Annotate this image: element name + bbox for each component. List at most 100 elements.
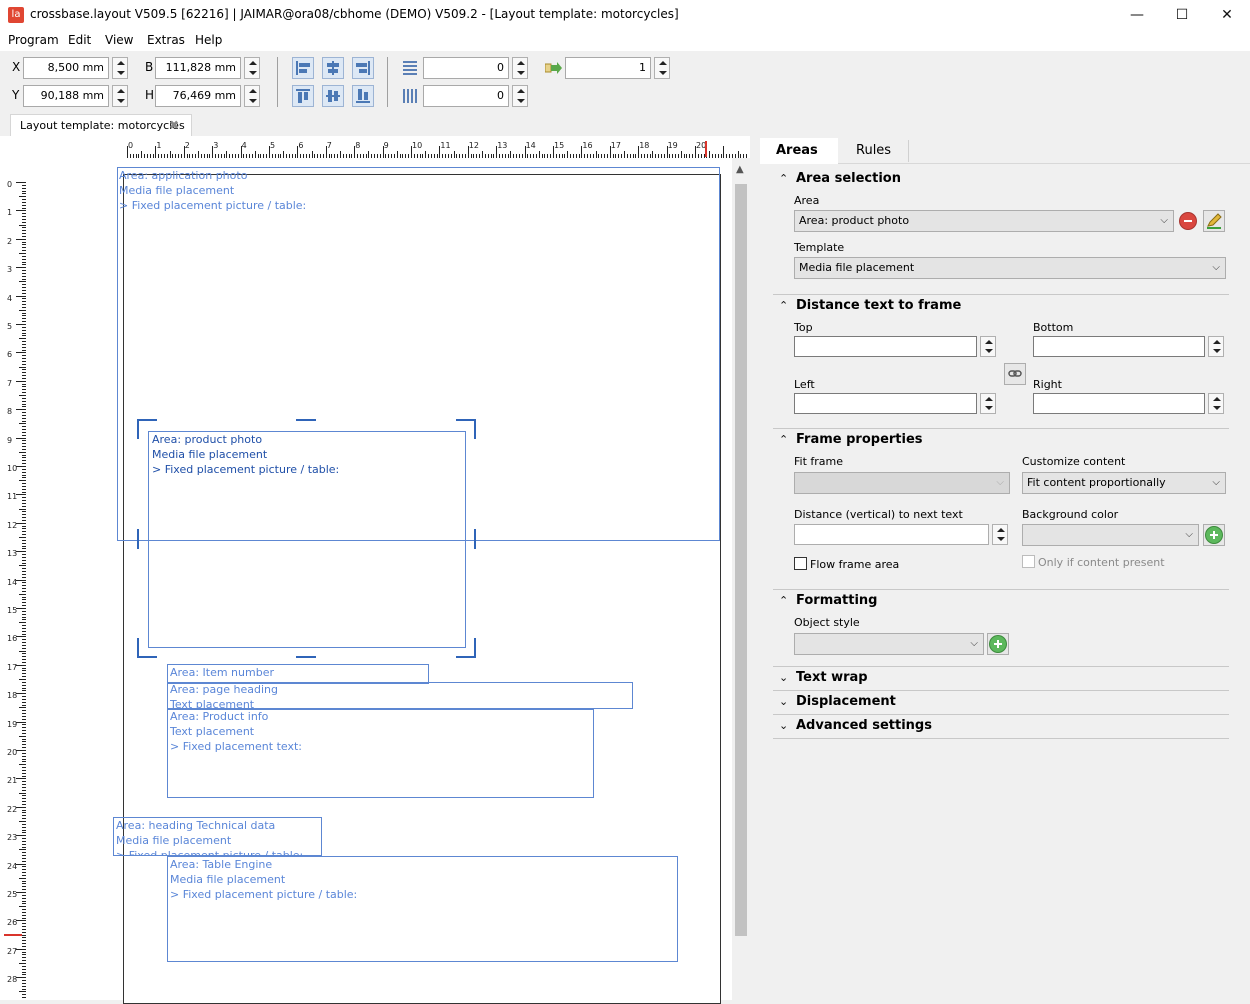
link-icon[interactable] xyxy=(1004,363,1026,385)
chevron-up-icon[interactable]: ⌃ xyxy=(779,299,788,312)
align-bottom-icon[interactable] xyxy=(352,85,374,107)
template-select[interactable]: Media file placement ⌵ xyxy=(794,257,1226,279)
object-style-select[interactable]: ⌵ xyxy=(794,633,984,655)
align-center-vertical-icon[interactable] xyxy=(322,85,344,107)
ruler-tick xyxy=(22,855,26,857)
ruler-tick xyxy=(342,154,344,158)
ruler-tick xyxy=(22,207,26,209)
align-center-horizontal-icon[interactable] xyxy=(322,57,344,79)
align-top-icon[interactable] xyxy=(292,85,314,107)
h-input[interactable]: 76,469 mm xyxy=(155,85,241,107)
chevron-down-icon[interactable]: ⌄ xyxy=(779,671,788,684)
ruler-tick xyxy=(22,832,26,834)
maximize-button[interactable]: ☐ xyxy=(1159,0,1205,31)
menu-edit[interactable]: Edit xyxy=(68,33,91,47)
menu-program[interactable]: Program xyxy=(8,33,59,47)
ruler-tick xyxy=(359,154,361,158)
menu-view[interactable]: View xyxy=(105,33,133,47)
chevron-down-icon[interactable]: ⌄ xyxy=(779,695,788,708)
add-style-icon[interactable] xyxy=(987,633,1009,655)
ruler-tick xyxy=(476,154,478,158)
ruler-tick xyxy=(672,154,674,158)
bottom-input[interactable] xyxy=(1033,336,1205,357)
b-input[interactable]: 111,828 mm xyxy=(155,57,241,79)
selection-handle[interactable] xyxy=(296,419,316,421)
columns-input[interactable]: 0 xyxy=(423,85,509,107)
remove-area-icon[interactable] xyxy=(1179,212,1197,230)
ruler-tick xyxy=(22,377,26,379)
background-color-select[interactable]: ⌵ xyxy=(1022,524,1199,546)
menu-extras[interactable]: Extras xyxy=(147,33,185,47)
ruler-tick xyxy=(311,151,313,158)
scrollbar-thumb[interactable] xyxy=(735,184,747,936)
minimize-button[interactable]: — xyxy=(1114,0,1160,31)
right-spinner[interactable] xyxy=(1208,393,1224,414)
selection-handle[interactable] xyxy=(137,529,139,549)
fit-frame-select[interactable]: ⌵ xyxy=(794,472,1010,494)
add-color-icon[interactable] xyxy=(1203,524,1225,546)
ruler-tick xyxy=(16,948,26,950)
section-advanced-settings[interactable]: Advanced settings xyxy=(796,718,932,733)
customize-content-select[interactable]: Fit content proportionally ⌵ xyxy=(1022,472,1226,494)
left-spinner[interactable] xyxy=(980,393,996,414)
right-input[interactable] xyxy=(1033,393,1205,414)
section-text-wrap[interactable]: Text wrap xyxy=(796,670,868,685)
scroll-up-icon[interactable]: ▲ xyxy=(736,164,744,175)
columns-spinner[interactable] xyxy=(512,85,528,107)
ruler-tick xyxy=(16,352,26,354)
section-frame-properties[interactable]: Frame properties xyxy=(796,432,923,447)
chevron-down-icon[interactable]: ⌄ xyxy=(779,719,788,732)
align-right-icon[interactable] xyxy=(352,57,374,79)
distance-vertical-spinner[interactable] xyxy=(992,524,1008,545)
b-spinner[interactable] xyxy=(244,57,260,79)
close-tab-icon[interactable]: ✖ xyxy=(169,118,179,132)
section-area-selection[interactable]: Area selection xyxy=(796,171,901,186)
document-tab[interactable]: Layout template: motorcycles ✖ xyxy=(10,114,192,136)
selection-handle[interactable] xyxy=(296,656,316,658)
selection-handle[interactable] xyxy=(456,638,476,658)
ruler-tick xyxy=(22,647,26,649)
selection-handle[interactable] xyxy=(474,529,476,549)
area-page-heading-type: Text placement xyxy=(170,698,255,708)
ruler-tick xyxy=(527,154,529,158)
ruler-number: 0 xyxy=(128,141,134,150)
section-formatting[interactable]: Formatting xyxy=(796,593,877,608)
rows-input[interactable]: 0 xyxy=(423,57,509,79)
ruler-tick xyxy=(22,341,26,343)
rows-spinner[interactable] xyxy=(512,57,528,79)
distance-vertical-input[interactable] xyxy=(794,524,989,545)
align-left-icon[interactable] xyxy=(292,57,314,79)
top-spinner[interactable] xyxy=(980,336,996,357)
left-input[interactable] xyxy=(794,393,977,414)
y-input[interactable]: 90,188 mm xyxy=(23,85,109,107)
menu-help[interactable]: Help xyxy=(195,33,222,47)
tab-areas-label[interactable]: Areas xyxy=(776,143,818,158)
selection-handle[interactable] xyxy=(137,638,157,658)
section-distance-text-to-frame[interactable]: Distance text to frame xyxy=(796,298,961,313)
selection-handle[interactable] xyxy=(137,419,157,439)
edit-area-icon[interactable] xyxy=(1203,210,1225,232)
bottom-spinner[interactable] xyxy=(1208,336,1224,357)
chevron-up-icon[interactable]: ⌃ xyxy=(779,172,788,185)
ruler-tick xyxy=(22,233,26,235)
x-spinner[interactable] xyxy=(112,57,128,79)
area-select[interactable]: Area: product photo ⌵ xyxy=(794,210,1174,232)
section-displacement[interactable]: Displacement xyxy=(796,694,896,709)
chevron-up-icon[interactable]: ⌃ xyxy=(779,433,788,446)
ruler-tick xyxy=(22,571,26,573)
x-input[interactable]: 8,500 mm xyxy=(23,57,109,79)
chevron-up-icon[interactable]: ⌃ xyxy=(779,594,788,607)
selection-handle[interactable] xyxy=(456,419,476,439)
y-spinner[interactable] xyxy=(112,85,128,107)
page-spinner[interactable] xyxy=(654,57,670,79)
page-input[interactable]: 1 xyxy=(565,57,651,79)
top-input[interactable] xyxy=(794,336,977,357)
ruler-tick xyxy=(209,154,211,158)
top-label: Top xyxy=(794,321,813,334)
only-if-content-checkbox[interactable] xyxy=(1022,555,1035,568)
ruler-number: 11 xyxy=(440,141,451,150)
tab-rules[interactable]: Rules xyxy=(856,143,891,158)
h-spinner[interactable] xyxy=(244,85,260,107)
flow-frame-checkbox[interactable] xyxy=(794,557,807,570)
close-button[interactable]: ✕ xyxy=(1204,0,1250,31)
